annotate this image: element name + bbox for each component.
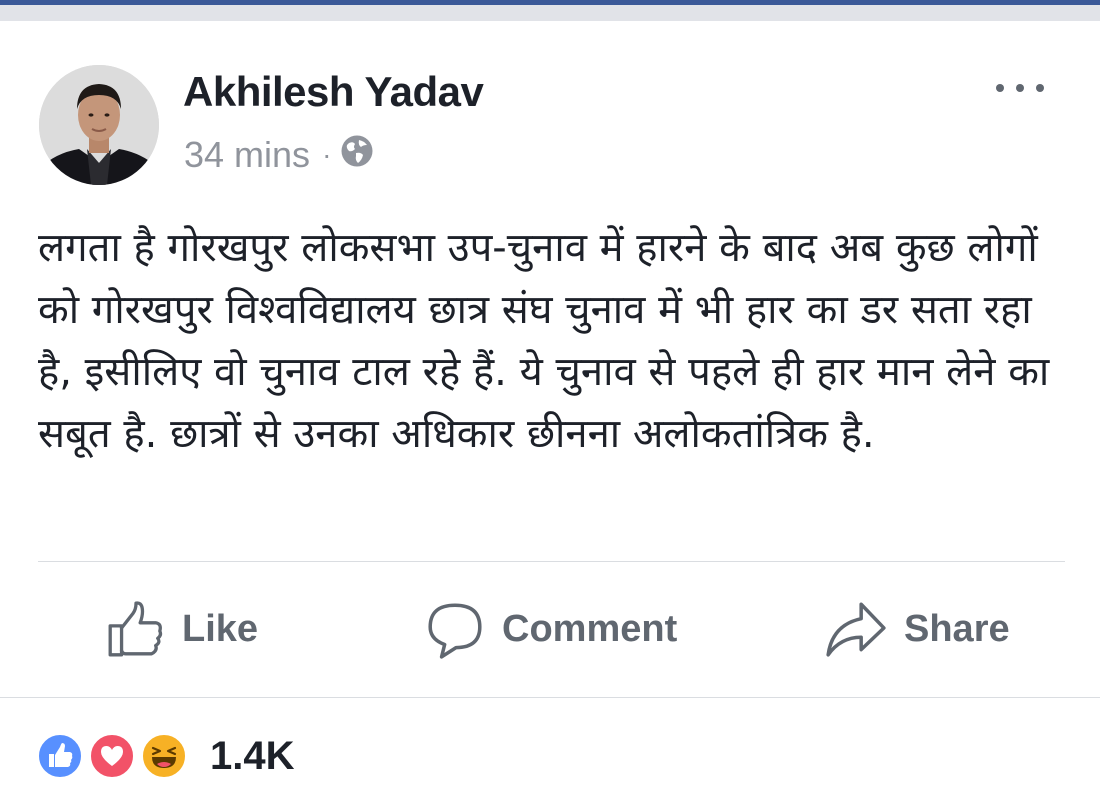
reaction-icons[interactable] [36,732,188,780]
author-avatar[interactable] [39,65,159,185]
love-reaction-icon [88,732,136,780]
author-name[interactable]: Akhilesh Yadav [183,68,484,116]
reactions-bar: 1.4K [0,698,1100,801]
feed-gap [0,5,1100,21]
share-button[interactable]: Share [824,594,1010,664]
meta-separator: · [322,139,332,170]
post-text: लगता है गोरखपुर लोकसभा उप-चुनाव में हारन… [38,225,1050,457]
reaction-count[interactable]: 1.4K [210,734,295,779]
share-arrow-icon [826,602,886,657]
like-label: Like [182,607,259,650]
like-button[interactable]: Like [104,594,258,664]
globe-icon [340,134,374,177]
post-meta: 34 mins · [184,134,374,177]
like-reaction-icon [36,732,84,780]
more-options-button[interactable] [990,73,1050,103]
more-options-icon [996,84,1044,92]
actions-divider [38,561,1065,562]
comment-button[interactable]: Comment [424,594,677,664]
post-card: Akhilesh Yadav 34 mins · लगता है गोरखपुर… [0,21,1100,697]
post-timestamp[interactable]: 34 mins [184,134,310,176]
haha-reaction-icon [140,732,188,780]
comment-label: Comment [502,607,678,650]
share-label: Share [904,607,1010,650]
comment-bubble-icon [428,603,482,659]
thumbs-up-icon [108,601,163,657]
